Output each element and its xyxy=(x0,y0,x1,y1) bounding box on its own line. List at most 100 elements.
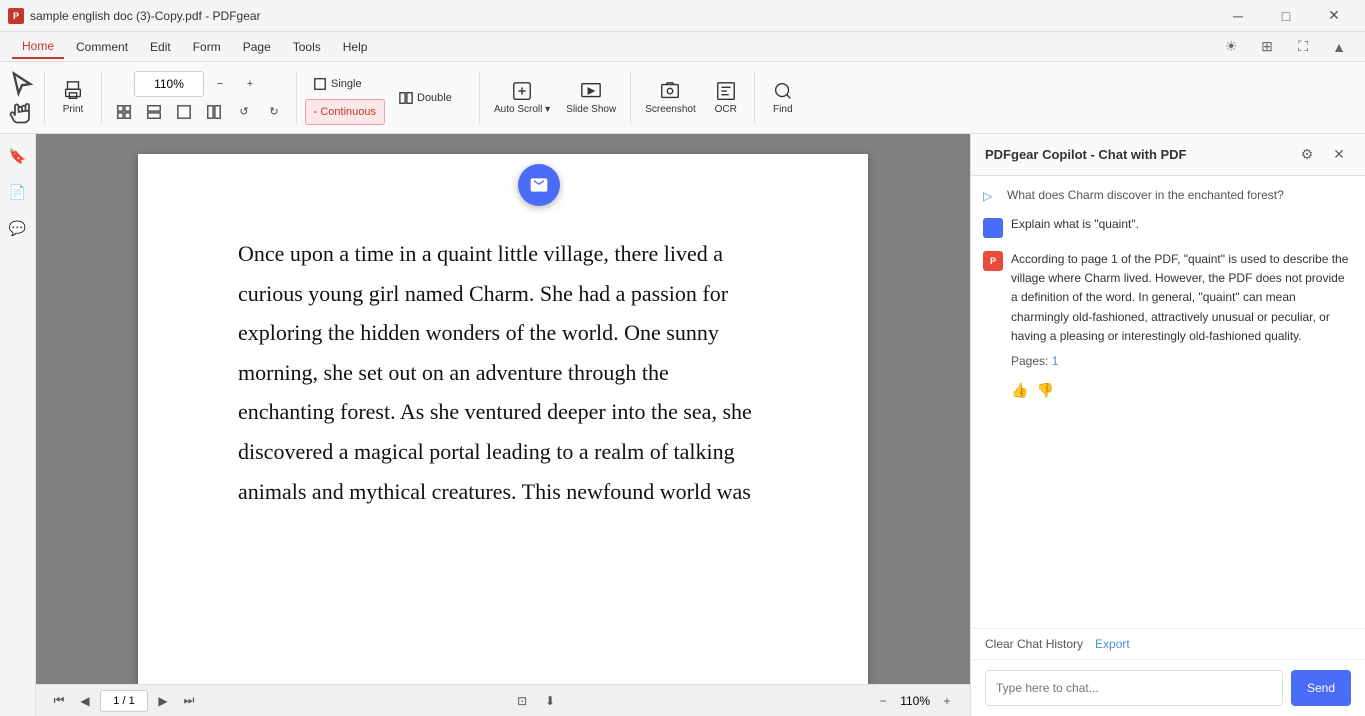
ai-avatar: P xyxy=(983,251,1003,271)
pdf-page-content: Once upon a time in a quaint little vill… xyxy=(138,154,868,684)
tool-group-cursor xyxy=(8,71,36,125)
collapse-icon[interactable]: ▲ xyxy=(1325,33,1353,61)
pdf-page[interactable]: Once upon a time in a quaint little vill… xyxy=(36,134,970,684)
thumbs-down-button[interactable]: 👎 xyxy=(1036,379,1053,401)
pdf-bottom-bar: ⏮ ◀ ▶ ⏭ ⊡ ⬇ − 110% + xyxy=(36,684,970,716)
zoom-row: 110% − + xyxy=(134,71,264,97)
question-icon: ▷ xyxy=(983,189,999,205)
zoom-display: 110% xyxy=(900,694,930,708)
copilot-messages[interactable]: ▷ What does Charm discover in the enchan… xyxy=(971,176,1365,628)
page-input[interactable] xyxy=(100,690,148,712)
brightness-icon[interactable]: ☀ xyxy=(1217,33,1245,61)
continuous-view-button[interactable]: Continuous xyxy=(305,99,385,125)
auto-scroll-label: Auto Scroll ▾ xyxy=(494,104,550,115)
separator-6 xyxy=(754,72,755,124)
rotate-left-button[interactable]: ↺ xyxy=(230,99,258,125)
menu-edit[interactable]: Edit xyxy=(140,36,181,58)
pdf-text: Once upon a time in a quaint little vill… xyxy=(238,234,768,511)
title-bar: P sample english doc (3)-Copy.pdf - PDFg… xyxy=(0,0,1365,32)
fit-page-button[interactable]: ⊡ xyxy=(511,690,533,712)
prev-page-button[interactable]: ◀ xyxy=(74,690,96,712)
page-link[interactable]: 1 xyxy=(1052,354,1059,368)
continuous-label: Continuous xyxy=(320,106,376,118)
single-view-button[interactable]: Single xyxy=(305,71,385,97)
crop4-button[interactable] xyxy=(200,99,228,125)
cursor-tool-button[interactable] xyxy=(8,71,36,97)
hand-tool-button[interactable] xyxy=(8,99,36,125)
export-link[interactable]: Export xyxy=(1095,637,1130,651)
screenshot-button[interactable]: Screenshot xyxy=(639,70,702,126)
maximize-button[interactable]: □ xyxy=(1263,0,1309,32)
copilot-input[interactable] xyxy=(985,670,1283,706)
minimize-button[interactable]: ─ xyxy=(1215,0,1261,32)
single-label: Single xyxy=(331,78,362,90)
copilot-close-icon[interactable]: ✕ xyxy=(1327,143,1351,167)
pdf-nav-center: ⊡ ⬇ xyxy=(511,690,561,712)
pages-label: Pages: xyxy=(1011,354,1048,368)
pdf-nav-left: ⏮ ◀ ▶ ⏭ xyxy=(48,690,200,712)
separator-2 xyxy=(101,72,102,124)
print-button[interactable]: Print xyxy=(53,70,93,126)
menu-page[interactable]: Page xyxy=(233,36,281,58)
crop2-button[interactable] xyxy=(140,99,168,125)
menu-help[interactable]: Help xyxy=(333,36,378,58)
ai-message: P According to page 1 of the PDF, "quain… xyxy=(983,250,1353,402)
zoom-input[interactable]: 110% xyxy=(134,71,204,97)
next-page-button[interactable]: ▶ xyxy=(152,690,174,712)
menu-bar-right: ☀ ⊞ ⛶ ▲ xyxy=(1217,33,1353,61)
close-button[interactable]: ✕ xyxy=(1311,0,1357,32)
crop3-button[interactable] xyxy=(170,99,198,125)
layout-icon[interactable]: ⊞ xyxy=(1253,33,1281,61)
ai-content: According to page 1 of the PDF, "quaint"… xyxy=(1011,250,1353,402)
zoom-group: 110% − + ↺ ↻ xyxy=(110,71,288,125)
copilot-send-button[interactable]: Send xyxy=(1291,670,1351,706)
ai-response-text: According to page 1 of the PDF, "quaint"… xyxy=(1011,252,1348,343)
view-group: Single Continuous xyxy=(305,71,385,125)
prev-question-msg: ▷ What does Charm discover in the enchan… xyxy=(983,188,1353,205)
copilot-header-icons: ⚙ ✕ xyxy=(1295,143,1351,167)
menu-tools[interactable]: Tools xyxy=(283,36,331,58)
separator-5 xyxy=(630,72,631,124)
crop-tools-row: ↺ ↻ xyxy=(110,99,288,125)
thumbs-up-button[interactable]: 👍 xyxy=(1011,379,1028,401)
copilot-settings-icon[interactable]: ⚙ xyxy=(1295,143,1319,167)
last-page-button[interactable]: ⏭ xyxy=(178,690,200,712)
view-group-double: Double xyxy=(391,85,471,111)
floating-action-button[interactable] xyxy=(518,164,560,206)
download-button[interactable]: ⬇ xyxy=(539,690,561,712)
crop1-button[interactable] xyxy=(110,99,138,125)
clear-chat-link[interactable]: Clear Chat History xyxy=(985,637,1083,651)
find-button[interactable]: Find xyxy=(763,70,803,126)
copilot-actions: Clear Chat History Export xyxy=(971,628,1365,659)
menu-home[interactable]: Home xyxy=(12,35,64,59)
separator-1 xyxy=(44,72,45,124)
window-title: sample english doc (3)-Copy.pdf - PDFgea… xyxy=(30,9,261,23)
user-avatar xyxy=(983,218,1003,238)
zoom-out-button[interactable]: − xyxy=(872,690,894,712)
pdf-nav-right: − 110% + xyxy=(872,690,958,712)
title-bar-left: P sample english doc (3)-Copy.pdf - PDFg… xyxy=(8,8,261,24)
zoom-in-button[interactable]: + xyxy=(936,690,958,712)
ocr-button[interactable]: OCR xyxy=(706,70,746,126)
ai-pages: Pages: 1 xyxy=(1011,352,1353,371)
prev-question-text: What does Charm discover in the enchante… xyxy=(1007,188,1284,202)
comments-icon[interactable]: 💬 xyxy=(4,214,32,242)
pages-icon[interactable]: 📄 xyxy=(4,178,32,206)
slide-show-button[interactable]: Slide Show xyxy=(560,70,622,126)
menu-form[interactable]: Form xyxy=(183,36,231,58)
bookmark-icon[interactable]: 🔖 xyxy=(4,142,32,170)
copilot-title: PDFgear Copilot - Chat with PDF xyxy=(985,147,1187,162)
double-view-button[interactable]: Double xyxy=(391,85,471,111)
separator-4 xyxy=(479,72,480,124)
user-message: Explain what is "quaint". xyxy=(983,217,1353,238)
find-label: Find xyxy=(773,104,792,115)
rotate-right-button[interactable]: ↻ xyxy=(260,99,288,125)
first-page-button[interactable]: ⏮ xyxy=(48,690,70,712)
menu-comment[interactable]: Comment xyxy=(66,36,138,58)
zoom-decrease-button[interactable]: − xyxy=(206,71,234,97)
fullscreen-icon[interactable]: ⛶ xyxy=(1289,33,1317,61)
zoom-increase-button[interactable]: + xyxy=(236,71,264,97)
auto-scroll-button[interactable]: Auto Scroll ▾ xyxy=(488,70,556,126)
pdf-area: Once upon a time in a quaint little vill… xyxy=(36,134,970,716)
app-icon: P xyxy=(8,8,24,24)
